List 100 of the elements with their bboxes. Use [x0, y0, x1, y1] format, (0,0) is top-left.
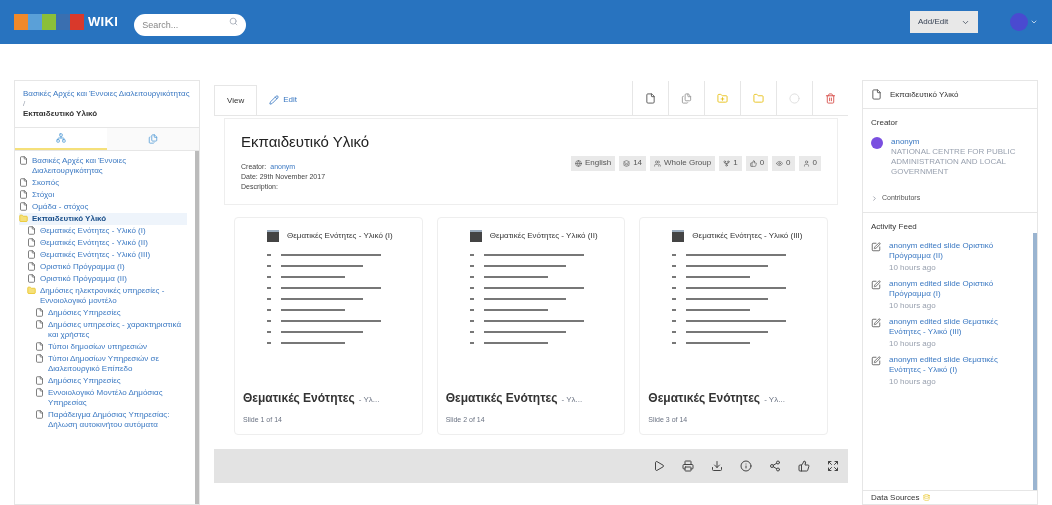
document-icon: [35, 308, 44, 317]
info-icon: [740, 459, 752, 472]
activity-time: 10 hours ago: [889, 261, 937, 274]
creator-avatar: [871, 137, 883, 149]
tree-item[interactable]: Δημόσιες ηλεκτρονικές υπηρεσίες - Εννοιολογικό μοντέλο: [27, 285, 187, 307]
print-button[interactable]: [681, 458, 695, 473]
slide-heading: Θεματικές Ενότητες - Υλικό (III): [692, 229, 803, 242]
organisation-text: NATIONAL CENTRE FOR PUBLIC ADMINISTRATION AND LOCAL GOVERNMENT: [891, 147, 1017, 177]
like-button[interactable]: [797, 458, 811, 473]
tree-item[interactable]: Δημόσιες υπηρεσίες - χαρακτηριστικά και χρήστες: [35, 319, 187, 341]
activity-heading: Activity Feed: [870, 220, 918, 233]
panel-title: Εκπαιδευτικό Υλικό: [890, 88, 959, 101]
tree-item[interactable]: Σκοπός: [19, 177, 187, 189]
chevron-icon: [871, 194, 878, 202]
slides-icon: [623, 159, 631, 167]
view-tab[interactable]: View: [214, 85, 258, 115]
activity-text[interactable]: anonym edited slide Θεματικές Ενότητες - Υλικό (III): [889, 316, 1021, 337]
document-icon: [871, 89, 882, 100]
document-icon: [35, 342, 44, 351]
sidebar-tab[interactable]: [107, 128, 199, 150]
tree-item[interactable]: Οριστικό Πρόγραμμα (I): [27, 261, 187, 273]
share-button[interactable]: [768, 458, 782, 473]
share-icon: [769, 459, 781, 472]
tree-item[interactable]: Εκπαιδευτικό Υλικό: [19, 213, 187, 225]
search-field[interactable]: Search...: [134, 14, 247, 36]
edit-icon: [871, 241, 881, 252]
tree-item[interactable]: Οριστικό Πρόγραμμα (II): [27, 273, 187, 285]
creator-name[interactable]: anonym: [891, 137, 1029, 147]
activity-text[interactable]: anonym edited slide Οριστικό Πρόγραμμα (II): [889, 240, 1021, 261]
breadcrumb-link[interactable]: Βασικές Αρχές και Έννοιες Διαλειτουργικότητας: [23, 89, 190, 98]
document-icon: [27, 226, 36, 235]
document-icon: [35, 354, 44, 363]
forks-icon: [723, 159, 731, 167]
database-icon: [923, 494, 931, 501]
data-sources-heading: Data Sources: [871, 491, 920, 504]
tree-item[interactable]: Στόχοι: [19, 189, 187, 201]
views-icon: [776, 159, 784, 167]
slide-logo-icon: [469, 229, 482, 242]
circle-icon: [789, 92, 800, 104]
logo-icon: [14, 14, 84, 30]
likes-icon: [749, 159, 757, 167]
deck-badge: English: [570, 155, 616, 171]
thumbs-up-icon: [798, 459, 810, 472]
deck-badge: 14: [619, 155, 647, 171]
tree-item[interactable]: Βασικές Αρχές και Έννοιες Διαλειτουργικότητας: [19, 155, 187, 177]
deck-badge: Whole Group: [650, 155, 716, 171]
tree-item[interactable]: Τύποι δημοσίων υπηρεσιών: [35, 341, 187, 353]
tree-item[interactable]: Θεματικές Ενότητες - Υλικό (II): [27, 237, 187, 249]
activity-time: 10 hours ago: [889, 337, 937, 350]
tree-item[interactable]: Θεματικές Ενότητες - Υλικό (III): [27, 249, 187, 261]
language-icon: [574, 159, 582, 167]
activity-time: 10 hours ago: [889, 299, 937, 312]
info-button[interactable]: [739, 458, 753, 473]
file-copy-icon: [681, 92, 692, 104]
tree-item[interactable]: Δημόσιες Υπηρεσίες: [35, 375, 187, 387]
document-icon: [19, 190, 28, 199]
document-icon: [35, 376, 44, 385]
document-icon: [19, 202, 28, 211]
slide-logo-icon: [672, 229, 685, 242]
users-icon: [802, 159, 810, 167]
document-icon: [27, 238, 36, 247]
activity-time: 10 hours ago: [889, 375, 937, 388]
document-icon: [19, 156, 28, 165]
deck-badge: 0: [745, 155, 769, 171]
tree-item[interactable]: Ομάδα - στόχος: [19, 201, 187, 213]
download-button[interactable]: [710, 458, 724, 473]
view-tab[interactable]: Edit: [257, 85, 309, 115]
avatar[interactable]: [1010, 13, 1028, 31]
slide-title: Θεματικές Ενότητες: [445, 390, 558, 407]
slide-heading: Θεματικές Ενότητες - Υλικό (II): [489, 229, 598, 242]
tree-item[interactable]: Παράδειγμα Δημόσιας Υπηρεσίας: Δήλωση αυτοκινήτου αυτόματα: [35, 409, 187, 431]
creator-heading: Creator: [871, 117, 899, 129]
document-icon: [27, 250, 36, 259]
play-icon: [653, 459, 665, 472]
tree-item[interactable]: Τύποι Δημοσίων Υπηρεσιών σε Διαλειτουργικό Επίπεδο: [35, 353, 187, 375]
slide-title-suffix: - Υλ...: [358, 394, 380, 406]
add-dropdown[interactable]: Add/Edit: [910, 11, 978, 33]
trash-icon: [825, 92, 836, 104]
play-button[interactable]: [652, 458, 666, 473]
edit-icon: [871, 317, 881, 328]
deck-badge: 0: [772, 155, 795, 171]
document-icon: [27, 274, 36, 283]
activity-text[interactable]: anonym edited slide Οριστικό Πρόγραμμα (I): [889, 278, 1021, 299]
slide-title: Θεματικές Ενότητες: [243, 390, 355, 407]
activity-text[interactable]: anonym edited slide Θεματικές Ενότητες - Υλικό (I): [889, 354, 1021, 375]
edit-icon: [871, 279, 881, 290]
deck-title: Εκπαιδευτικό Υλικό: [241, 132, 371, 152]
document-icon: [35, 388, 44, 397]
expand-button[interactable]: [826, 458, 840, 473]
print-icon: [682, 459, 694, 472]
document-icon: [35, 320, 44, 329]
search-icon: [229, 17, 239, 26]
folder-add-icon: [717, 92, 728, 104]
tree-icon: [56, 133, 66, 143]
slide-title-suffix: - Υλ...: [561, 394, 583, 406]
tree-item[interactable]: Δημόσιες Υπηρεσίες: [35, 307, 187, 319]
tree-item[interactable]: Εννοιολογικό Μοντέλο Δημόσιας Υπηρεσίας: [35, 387, 187, 409]
logo-text: WIKI: [88, 13, 119, 32]
expand-icon: [827, 459, 839, 472]
tree-item[interactable]: Θεματικές Ενότητες - Υλικό (I): [27, 225, 187, 237]
